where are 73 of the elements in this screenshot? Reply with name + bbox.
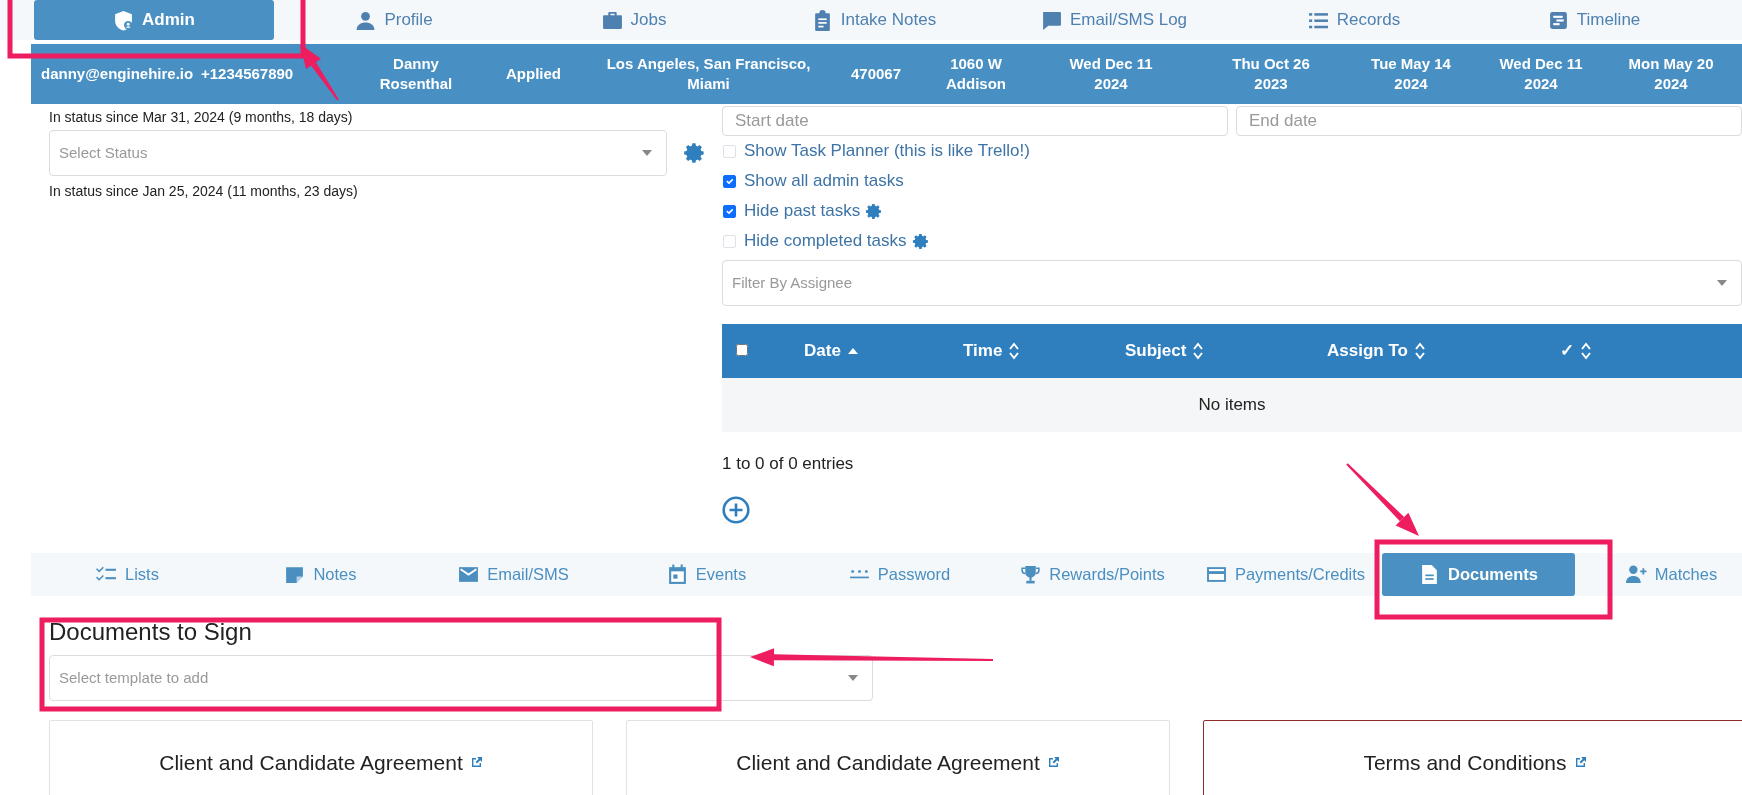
section-tab[interactable]: Events <box>610 553 803 596</box>
section-heading: Documents to Sign <box>49 617 253 647</box>
nav-tab[interactable]: Admin <box>34 0 274 40</box>
trophy-icon <box>1020 564 1042 585</box>
speech-bubble-icon <box>1040 9 1062 31</box>
settings-icon <box>683 142 705 164</box>
column-header[interactable]: Time <box>963 338 1003 364</box>
assignee-select[interactable]: Filter By Assignee <box>722 260 1742 306</box>
summary-value: Applied <box>506 63 561 84</box>
nav-tab[interactable]: Records <box>1234 0 1474 40</box>
external-link-icon[interactable] <box>1047 756 1060 768</box>
empty-table-message: No items <box>722 378 1742 432</box>
note-icon <box>284 564 306 585</box>
section-tab[interactable]: Password <box>803 553 996 596</box>
caret-icon <box>848 675 858 681</box>
start-date-field[interactable]: Start date <box>722 106 1228 136</box>
credit-card-icon <box>1205 564 1227 585</box>
section-tab[interactable]: Documents <box>1382 553 1575 596</box>
envelope-icon <box>458 564 480 585</box>
timeline-icon <box>1547 9 1569 31</box>
add-icon[interactable] <box>722 496 750 524</box>
summary-value: Mon May 20 2024 <box>1627 53 1715 94</box>
summary-value: Thu Oct 26 2023 <box>1231 53 1311 94</box>
status-select[interactable]: Select Status <box>49 130 667 176</box>
section-tab[interactable]: Notes <box>224 553 417 596</box>
caret-icon <box>642 150 652 156</box>
nav-tab[interactable]: Jobs <box>514 0 754 40</box>
nav-tab[interactable]: Intake Notes <box>754 0 994 40</box>
summary-value: Tue May 14 2024 <box>1370 53 1452 94</box>
checkbox-label[interactable]: Hide past tasks <box>744 198 861 224</box>
document-title: Client and Candidate Agreement <box>736 750 1040 776</box>
select-all-checkbox[interactable] <box>736 344 748 356</box>
section-tab[interactable]: Lists <box>31 553 224 596</box>
caret-icon <box>1717 280 1727 286</box>
document-title: Terms and Conditions <box>1363 750 1567 776</box>
end-date-field[interactable]: End date <box>1236 106 1742 136</box>
template-select[interactable]: Select template to add <box>49 655 873 701</box>
checkbox-label[interactable]: Show Task Planner (this is like Trello!) <box>744 138 1030 164</box>
nav-tab[interactable]: Timeline <box>1474 0 1714 40</box>
status-since-text: In status since Jan 25, 2024 (11 months, 23 days) <box>49 182 359 201</box>
summary-value: Wed Dec 11 2024 <box>1498 53 1584 94</box>
section-tab[interactable]: Matches <box>1575 553 1742 596</box>
briefcase-icon <box>601 9 623 31</box>
column-header[interactable]: Subject <box>1125 338 1187 364</box>
summary-value: Los Angeles, San Francisco, Miami <box>605 53 812 94</box>
annotation-arrow <box>300 44 339 101</box>
person-plus-icon <box>1625 564 1647 585</box>
summary-value: Wed Dec 11 2024 <box>1068 53 1154 94</box>
nav-tab[interactable]: Profile <box>274 0 514 40</box>
entries-count-text: 1 to 0 of 0 entries <box>722 453 855 475</box>
shield-icon <box>113 9 135 31</box>
summary-value: 470067 <box>850 63 902 84</box>
column-header[interactable]: ✓ <box>1560 338 1574 364</box>
document-title: Client and Candidate Agreement <box>159 750 463 776</box>
summary-value: +1234567890 <box>201 63 294 84</box>
external-link-icon[interactable] <box>470 756 483 768</box>
summary-value: Danny Rosenthal <box>378 53 454 94</box>
checkbox[interactable] <box>723 204 736 218</box>
summary-value: danny@enginehire.io <box>41 63 194 84</box>
section-tab[interactable]: Rewards/Points <box>996 553 1189 596</box>
section-tab[interactable]: Email/SMS <box>417 553 610 596</box>
checkbox[interactable] <box>723 174 736 188</box>
summary-value: 1060 W Addison <box>945 53 1007 94</box>
checkbox-label[interactable]: Hide completed tasks <box>744 228 907 254</box>
person-icon <box>355 9 377 31</box>
column-header[interactable]: Date <box>804 338 841 364</box>
nav-tab[interactable]: Email/SMS Log <box>994 0 1234 40</box>
column-header[interactable]: Assign To <box>1327 338 1408 364</box>
calendar-icon <box>666 564 688 585</box>
section-tab[interactable]: Payments/Credits <box>1189 553 1382 596</box>
external-link-icon[interactable] <box>1574 756 1587 768</box>
checkbox-label[interactable]: Show all admin tasks <box>744 168 904 194</box>
status-since-text: In status since Mar 31, 2024 (9 months, 18 days) <box>49 108 354 127</box>
